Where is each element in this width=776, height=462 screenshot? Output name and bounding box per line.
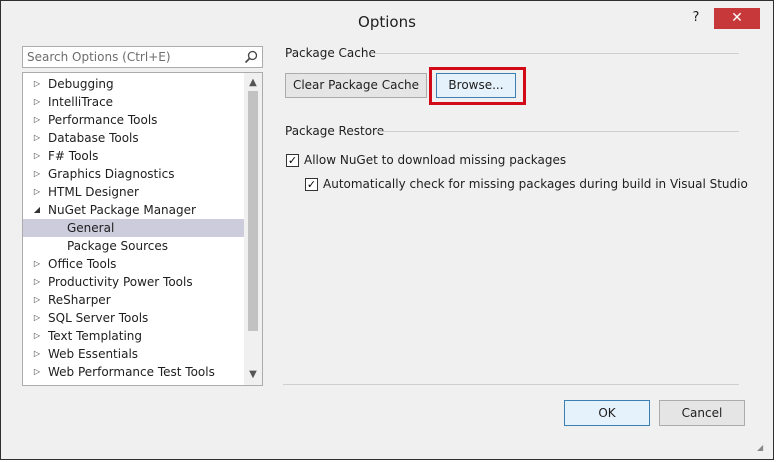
tree-item-label: Package Sources <box>67 239 169 253</box>
tree-item[interactable]: ▷ Graphics Diagnostics <box>23 165 245 183</box>
collapsed-arrow-icon[interactable]: ▷ <box>32 273 42 291</box>
tree-item[interactable]: ▷ Debugging <box>23 75 245 93</box>
auto-check-label[interactable]: Automatically check for missing packages… <box>323 177 748 191</box>
scroll-up-icon[interactable]: ▲ <box>244 75 262 91</box>
search-icon[interactable] <box>244 50 258 64</box>
collapsed-arrow-icon[interactable]: ▷ <box>32 363 42 381</box>
tree-item[interactable]: ▷ Text Templating <box>23 327 245 345</box>
collapsed-arrow-icon[interactable]: ▷ <box>32 183 42 201</box>
collapsed-arrow-icon[interactable]: ▷ <box>32 345 42 363</box>
tree-item[interactable]: ▷ IntelliTrace <box>23 93 245 111</box>
collapsed-arrow-icon[interactable]: ▷ <box>32 111 42 129</box>
collapsed-arrow-icon[interactable]: ▷ <box>32 255 42 273</box>
tree-item-label: F# Tools <box>48 149 99 163</box>
clear-package-cache-button[interactable]: Clear Package Cache <box>285 73 427 98</box>
collapsed-arrow-icon[interactable]: ▷ <box>32 75 42 93</box>
collapsed-arrow-icon[interactable]: ▷ <box>32 327 42 345</box>
allow-download-label[interactable]: Allow NuGet to download missing packages <box>304 153 566 167</box>
tree-item[interactable]: ▷ F# Tools <box>23 147 245 165</box>
collapsed-arrow-icon[interactable]: ▷ <box>32 147 42 165</box>
tree-item-label: Debugging <box>48 77 114 91</box>
footer-divider <box>283 384 739 385</box>
options-dialog: Options ? ✕ Search Options (Ctrl+E) ▷ Deb… <box>0 0 774 460</box>
title-bar: Options ? ✕ <box>1 1 773 39</box>
tree-item[interactable]: ▷ SQL Server Tools <box>23 309 245 327</box>
tree-item-label: Graphics Diagnostics <box>48 167 175 181</box>
tree-item-label: IntelliTrace <box>48 95 114 109</box>
tree-item-label: Web Performance Test Tools <box>48 365 215 379</box>
tree-item[interactable]: ▷ Productivity Power Tools <box>23 273 245 291</box>
tree-item[interactable]: ▷ HTML Designer <box>23 183 245 201</box>
help-button[interactable]: ? <box>685 10 707 28</box>
auto-check-checkbox[interactable]: ✓ <box>305 178 318 191</box>
allow-download-checkbox[interactable]: ✓ <box>286 154 299 167</box>
collapsed-arrow-icon[interactable]: ▷ <box>32 93 42 111</box>
collapsed-arrow-icon[interactable]: ▷ <box>32 309 42 327</box>
tree-item-label: HTML Designer <box>48 185 139 199</box>
scroll-down-icon[interactable]: ▼ <box>244 367 262 383</box>
package-cache-divider <box>371 53 739 54</box>
tree-item[interactable]: Package Sources <box>23 237 245 255</box>
tree-item-label: SQL Server Tools <box>48 311 149 325</box>
package-restore-heading: Package Restore <box>285 124 385 138</box>
tree-scrollbar[interactable]: ▲ ▼ <box>244 73 262 385</box>
tree-item-label: General <box>67 221 115 235</box>
collapsed-arrow-icon[interactable]: ▷ <box>32 291 42 309</box>
options-tree[interactable]: ▷ Debugging ▷ IntelliTrace ▷ Performance Tool… <box>22 72 263 386</box>
tree-item[interactable]: ▷ Database Tools <box>23 129 245 147</box>
tree-item[interactable]: ▷ Web Performance Test Tools <box>23 363 245 381</box>
close-button[interactable]: ✕ <box>714 8 760 29</box>
search-placeholder: Search Options (Ctrl+E) <box>27 50 171 64</box>
cancel-button[interactable]: Cancel <box>659 400 745 426</box>
tree-item-label: ReSharper <box>48 293 111 307</box>
tree-item-label: Performance Tools <box>48 113 158 127</box>
search-options-input[interactable]: Search Options (Ctrl+E) <box>22 46 263 68</box>
package-cache-heading: Package Cache <box>285 46 376 60</box>
tree-item[interactable]: ▷ Performance Tools <box>23 111 245 129</box>
tree-item-label: NuGet Package Manager <box>48 203 196 217</box>
tree-item[interactable]: General <box>23 219 245 237</box>
collapsed-arrow-icon[interactable]: ▷ <box>32 129 42 147</box>
tree-item[interactable]: ▷ Office Tools <box>23 255 245 273</box>
tree-item-label: Office Tools <box>48 257 117 271</box>
tree-item-label: Productivity Power Tools <box>48 275 193 289</box>
dialog-title: Options <box>358 13 416 31</box>
ok-button[interactable]: OK <box>564 400 650 426</box>
highlight-annotation <box>429 67 526 105</box>
expanded-arrow-icon[interactable]: ◢ <box>32 201 42 219</box>
scroll-thumb[interactable] <box>248 91 258 331</box>
tree-item-label: Web Essentials <box>48 347 139 361</box>
tree-item[interactable]: ▷ Web Essentials <box>23 345 245 363</box>
collapsed-arrow-icon[interactable]: ▷ <box>32 165 42 183</box>
resize-grip-icon[interactable]: ◢ <box>757 443 767 453</box>
package-restore-divider <box>376 131 739 132</box>
tree-item-label: Database Tools <box>48 131 139 145</box>
tree-item-label: Text Templating <box>48 329 143 343</box>
tree-item[interactable]: ◢ NuGet Package Manager <box>23 201 245 219</box>
tree-item[interactable]: ▷ ReSharper <box>23 291 245 309</box>
